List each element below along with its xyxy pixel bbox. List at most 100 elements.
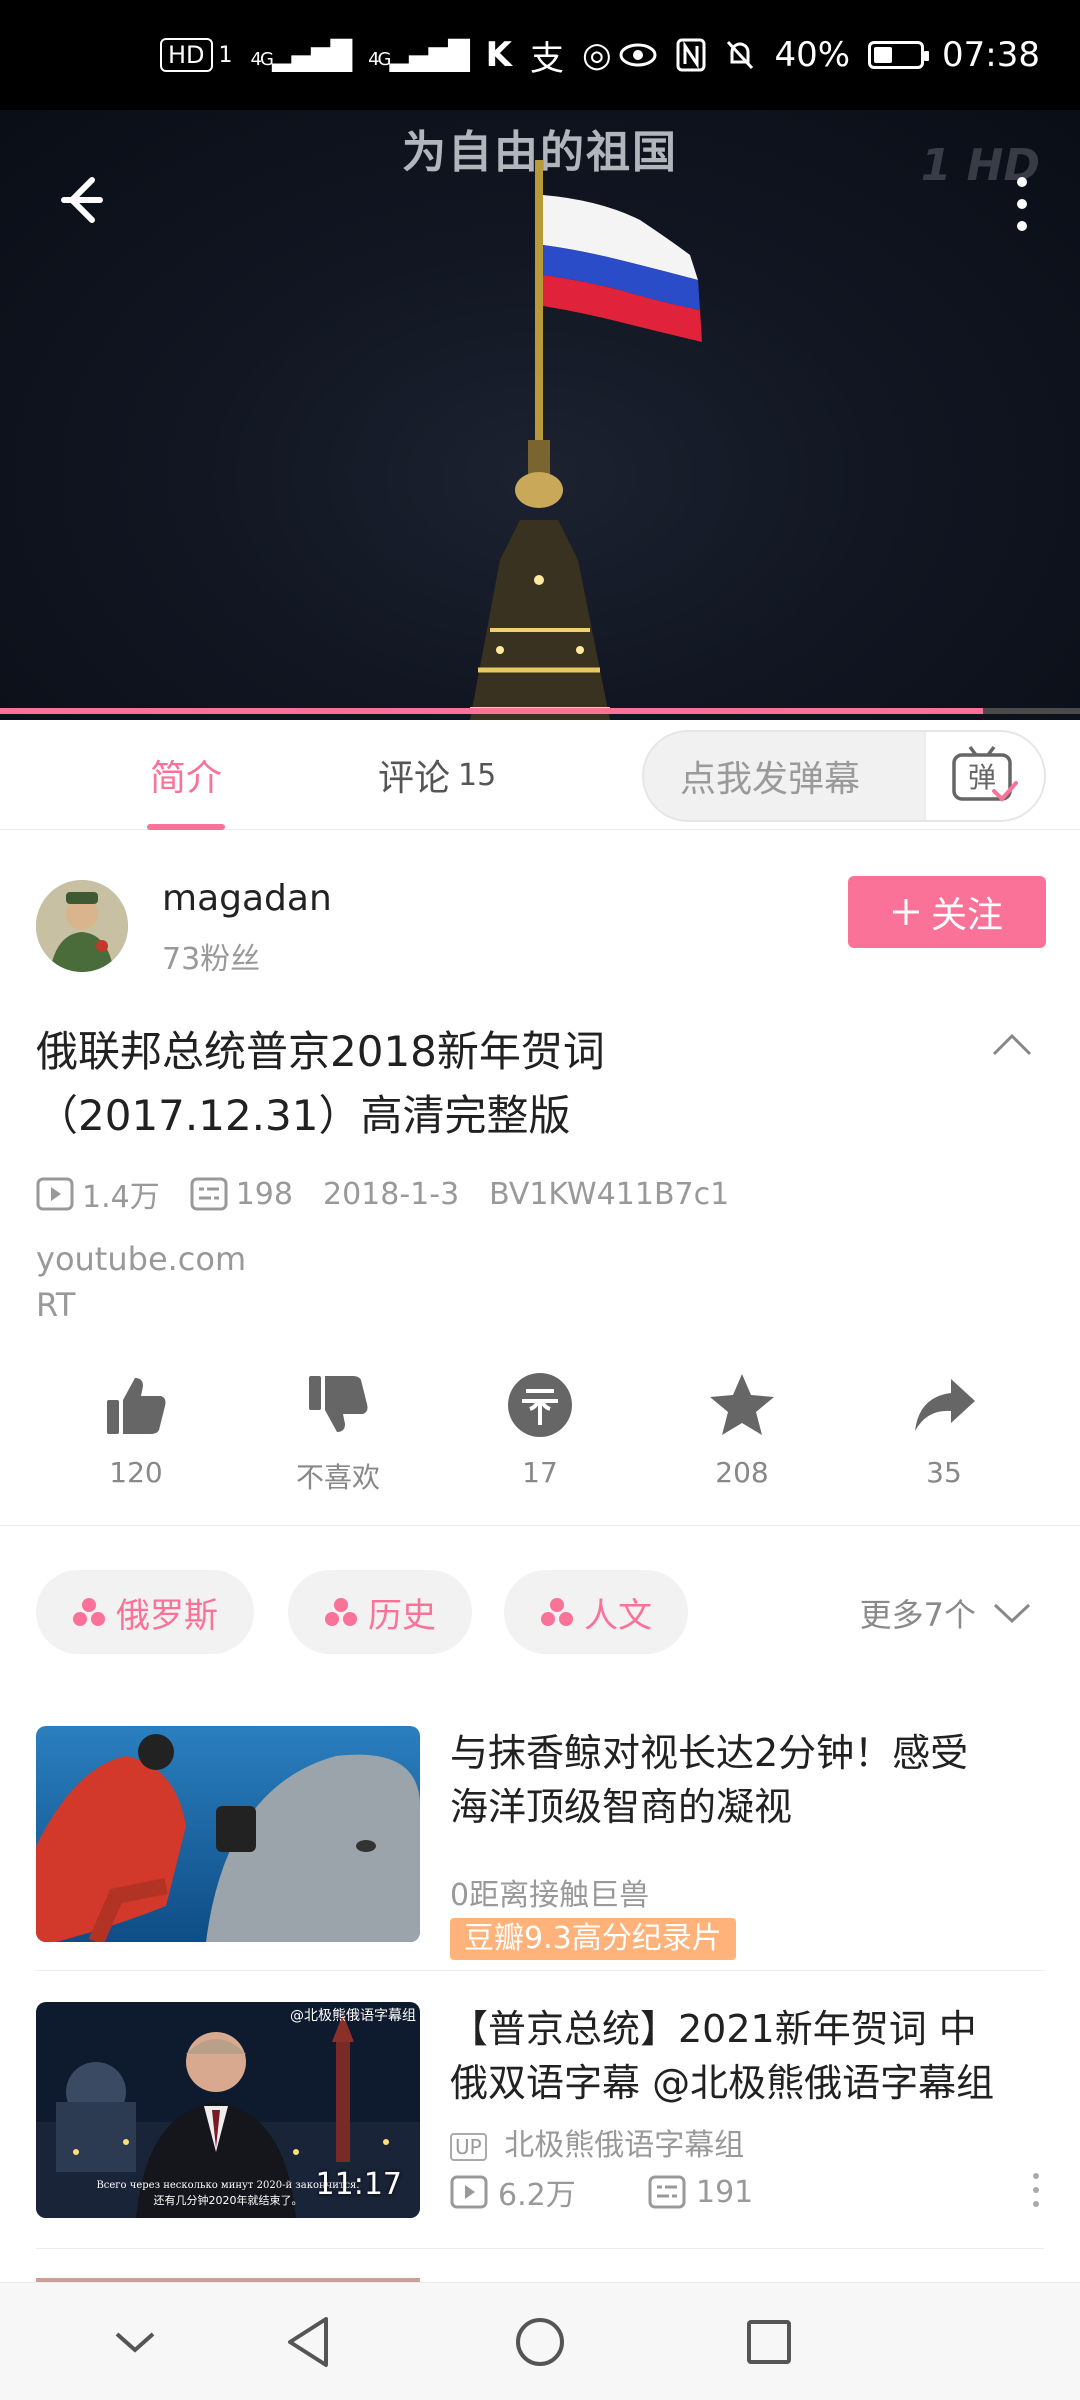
status-right: 40% 07:38 xyxy=(618,35,1040,75)
thumbs-up-icon xyxy=(101,1370,171,1440)
video-duration: 11:17 xyxy=(315,2167,402,2202)
rec-subtitle: 0距离接触巨兽 xyxy=(450,1878,650,1913)
nfc-icon xyxy=(676,38,706,72)
status-left: HD 1 4G▂▄▆█ 4G▂▄▆█ K 支 ◎ xyxy=(160,31,612,80)
source-line-2: RT xyxy=(36,1286,76,1324)
divider xyxy=(36,1970,1044,1971)
danmaku-toggle-button[interactable]: 弹 xyxy=(924,732,1044,820)
rec-stats: 6.2万 191 xyxy=(450,2170,753,2214)
chevron-down-icon xyxy=(993,1603,1031,1624)
status-bar: HD 1 4G▂▄▆█ 4G▂▄▆█ K 支 ◎ 40% 07:38 xyxy=(0,0,1080,110)
nav-recents-button[interactable] xyxy=(734,2307,804,2377)
tag-chip[interactable]: 历史 xyxy=(288,1570,472,1654)
signal-2-label: 4G xyxy=(368,48,391,70)
uploader-name: 北极熊俄语字幕组 xyxy=(504,2128,745,2163)
more-tags-button[interactable]: 更多7个 xyxy=(860,1590,1032,1636)
follow-label: 关注 xyxy=(930,895,1003,936)
favorite-count: 208 xyxy=(715,1456,769,1489)
tab-intro-label: 简介 xyxy=(150,758,223,799)
tag-dots-icon xyxy=(325,1598,357,1626)
coin-button[interactable]: 17 xyxy=(460,1370,620,1489)
circle-home-icon xyxy=(516,2318,564,2366)
video-frame-flag xyxy=(470,160,702,720)
tag-label: 人文 xyxy=(584,1595,652,1636)
share-count: 35 xyxy=(926,1456,962,1489)
more-vertical-icon[interactable] xyxy=(1026,2170,1046,2210)
tab-intro[interactable]: 简介 xyxy=(146,720,226,830)
like-button[interactable]: 120 xyxy=(56,1370,216,1489)
tab-comments-label: 评论 xyxy=(378,758,451,799)
plus-icon xyxy=(892,899,919,925)
battery-percent: 40% xyxy=(774,35,851,75)
mute-bell-icon xyxy=(727,40,754,70)
recommended-video[interactable]: 与抹香鲸对视长达2分钟！感受 海洋顶级智商的凝视 0距离接触巨兽 豆瓣9.3高分… xyxy=(36,1726,1046,1960)
square-recents-icon xyxy=(747,2320,791,2364)
rec-title-line1: 【普京总统】2021新年贺词 中 xyxy=(450,2007,977,2051)
danmaku-count-icon xyxy=(648,2175,686,2209)
coin-icon xyxy=(505,1370,575,1440)
video-subtitle: 为自由的祖国 xyxy=(402,127,678,178)
tag-chip[interactable]: 人文 xyxy=(504,1570,688,1654)
up-badge: UP xyxy=(450,2132,487,2161)
divider xyxy=(0,1525,1080,1526)
meta-danmaku: 198 xyxy=(190,1177,293,1212)
app-root: HD 1 4G▂▄▆█ 4G▂▄▆█ K 支 ◎ 40% 07:38 为自由的祖… xyxy=(0,0,1080,2400)
thumb-watermark: @北极熊俄语字幕组 xyxy=(290,2008,416,2024)
share-button[interactable]: 35 xyxy=(864,1370,1024,1489)
signal-icon-2: 4G▂▄▆█ xyxy=(368,38,470,72)
play-count-icon xyxy=(36,1177,74,1211)
rec-title[interactable]: 【普京总统】2021新年贺词 中 俄双语字幕 @北极熊俄语字幕组 xyxy=(450,2002,1080,2110)
danmaku-input[interactable]: 点我发弹幕 xyxy=(644,750,924,802)
video-player[interactable]: 为自由的祖国 1 HD xyxy=(0,110,1080,720)
rec-title-line2: 俄双语字幕 @北极熊俄语字幕组 xyxy=(450,2061,995,2105)
rec-plays: 6.2万 xyxy=(498,2178,576,2213)
rec-title-line1: 与抹香鲸对视长达2分钟！感受 xyxy=(450,1731,969,1775)
avatar-image xyxy=(36,880,128,972)
tag-dots-icon xyxy=(541,1598,573,1626)
nav-back-button[interactable] xyxy=(274,2307,344,2377)
tab-comments-count: 15 xyxy=(458,757,497,793)
triangle-back-icon xyxy=(288,2317,328,2367)
tab-comments[interactable]: 评论 15 xyxy=(378,720,496,830)
video-thumbnail[interactable]: @北极熊俄语字幕组 Всего через несколько минут 20… xyxy=(36,2002,420,2218)
danmaku-input-box[interactable]: 点我发弹幕 弹 xyxy=(642,730,1046,822)
hd-indicator: HD xyxy=(160,38,213,72)
tag-label: 俄罗斯 xyxy=(116,1595,218,1636)
rec-title[interactable]: 与抹香鲸对视长达2分钟！感受 海洋顶级智商的凝视 xyxy=(450,1726,1080,1834)
video-progress-bar[interactable] xyxy=(0,708,1080,714)
nav-home-button[interactable] xyxy=(505,2307,575,2377)
recommended-video[interactable]: @北极熊俄语字幕组 Всего через несколько минут 20… xyxy=(36,2002,1046,2222)
eye-icon xyxy=(619,43,657,67)
plays-value: 1.4万 xyxy=(82,1180,160,1215)
more-options-icon[interactable] xyxy=(1002,164,1042,244)
author-fans: 73粉丝 xyxy=(162,942,261,977)
share-arrow-icon xyxy=(909,1370,979,1440)
follow-button[interactable]: 关注 xyxy=(848,876,1046,948)
chevron-down-icon xyxy=(115,2332,155,2353)
tag-dots-icon xyxy=(73,1598,105,1626)
meta-date: 2018-1-3 xyxy=(322,1176,460,1212)
dislike-button[interactable]: 不喜欢 xyxy=(258,1370,418,1496)
system-nav-bar xyxy=(0,2282,1080,2400)
meta-bvid: BV1KW411B7c1 xyxy=(489,1176,730,1212)
rec-danmaku: 191 xyxy=(696,2174,754,2210)
star-icon xyxy=(707,1370,777,1440)
video-meta: 1.4万 198 2018-1-3 BV1KW411B7c1 xyxy=(36,1172,759,1216)
rec-badge: 豆瓣9.3高分纪录片 xyxy=(450,1918,736,1960)
back-arrow-icon[interactable] xyxy=(52,168,116,232)
video-title-line2: （2017.12.31）高清完整版 xyxy=(36,1091,571,1140)
author-name[interactable]: magadan xyxy=(162,878,332,919)
tag-chip[interactable]: 俄罗斯 xyxy=(36,1570,254,1654)
video-thumbnail[interactable] xyxy=(36,1726,420,1942)
thumb-caption-zh: 还有几分钟2020年就结束了。 xyxy=(154,2193,303,2207)
detail-tabs: 简介 评论 15 点我发弹幕 弹 xyxy=(0,720,1080,830)
signal-1-label: 4G xyxy=(250,48,274,70)
chevron-up-icon[interactable] xyxy=(990,1030,1034,1060)
nav-hide-button[interactable] xyxy=(100,2307,170,2377)
whale-diver-thumbnail xyxy=(36,1726,420,1942)
battery-icon xyxy=(868,41,930,69)
danmaku-glyph: 弹 xyxy=(968,761,996,794)
coin-count: 17 xyxy=(522,1456,558,1489)
author-avatar[interactable] xyxy=(36,880,128,972)
favorite-button[interactable]: 208 xyxy=(662,1370,822,1489)
